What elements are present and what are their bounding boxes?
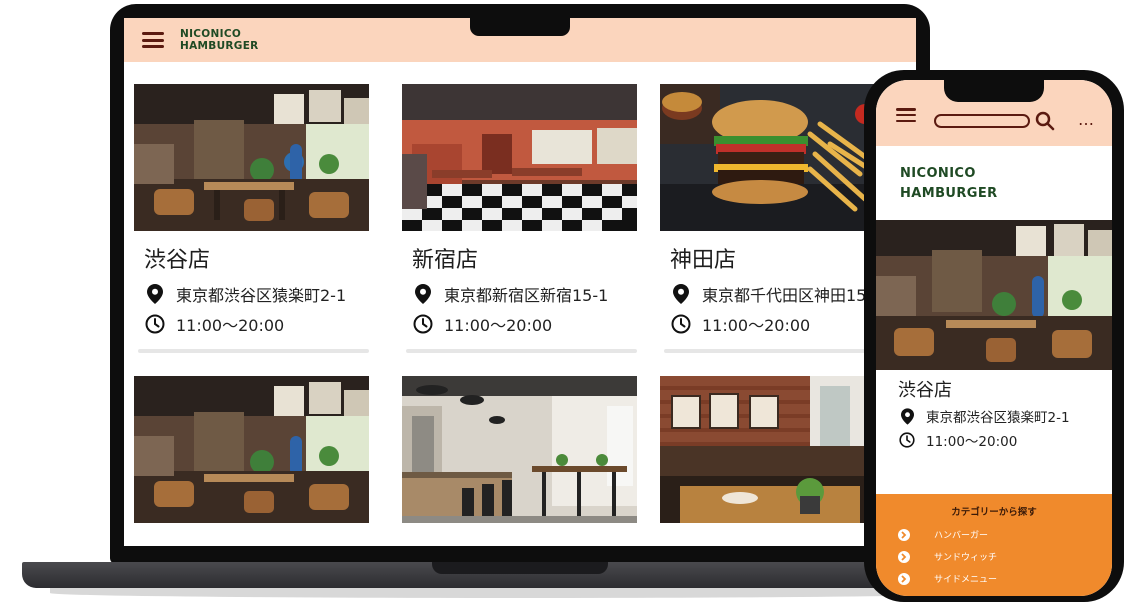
store-card-row2-3[interactable]	[660, 376, 895, 523]
store-address-row: 東京都千代田区神田15	[670, 283, 895, 305]
store-photo-shibuya	[134, 84, 369, 231]
store-photo-interior-2	[402, 376, 637, 523]
mobile-store-hours-row: 11:00〜20:00	[898, 430, 1017, 450]
phone-screen: … NICONICO HAMBURGER 渋谷店 東京都渋谷区猿楽町2-1 11…	[876, 80, 1112, 596]
clock-icon	[670, 313, 692, 335]
laptop-hinge-cut	[432, 562, 608, 574]
phone-notch	[944, 80, 1044, 102]
laptop-camera-notch	[470, 18, 570, 36]
store-card-kanda[interactable]: 神田店 東京都千代田区神田15 11:00〜20:00	[660, 84, 895, 353]
hamburger-menu-icon[interactable]	[896, 108, 916, 122]
site-logo[interactable]: NICONICO HAMBURGER	[180, 28, 259, 52]
store-hours-row: 11:00〜20:00	[412, 313, 637, 335]
category-item-hamburger[interactable]: ハンバーガー	[898, 528, 988, 541]
category-item-label: サイドメニュー	[934, 575, 998, 585]
store-name: 新宿店	[412, 248, 479, 273]
location-pin-icon	[144, 283, 166, 305]
category-title: カテゴリーから探す	[951, 507, 1037, 518]
hamburger-menu-icon[interactable]	[142, 32, 164, 48]
logo-line2: HAMBURGER	[900, 186, 998, 201]
category-item-label: ハンバーガー	[934, 531, 989, 541]
card-divider	[138, 349, 369, 353]
location-pin-icon	[412, 283, 434, 305]
store-hours: 11:00〜20:00	[176, 316, 285, 335]
store-name: 渋谷店	[144, 248, 211, 273]
category-item-sandwich[interactable]: サンドウィッチ	[898, 550, 997, 563]
store-card-shibuya[interactable]: 渋谷店 東京都渋谷区猿楽町2-1 11:00〜20:00	[134, 84, 369, 353]
mobile-store-address-row: 東京都渋谷区猿楽町2-1	[898, 406, 1070, 426]
store-address-row: 東京都渋谷区猿楽町2-1	[144, 283, 369, 305]
mobile-store-hours: 11:00〜20:00	[926, 434, 1018, 450]
category-panel: カテゴリーから探す ハンバーガー サンドウィッチ サイドメニュー	[876, 494, 1112, 596]
store-hours: 11:00〜20:00	[444, 316, 553, 335]
category-item-side-menu[interactable]: サイドメニュー	[898, 572, 997, 585]
logo-line2: HAMBURGER	[180, 40, 259, 52]
card-divider	[406, 349, 637, 353]
mobile-store-name: 渋谷店	[898, 380, 952, 401]
clock-icon	[898, 431, 916, 449]
chevron-right-icon	[898, 528, 910, 541]
store-address: 東京都渋谷区猿楽町2-1	[176, 286, 347, 305]
chevron-right-icon	[898, 550, 910, 563]
clock-icon	[412, 313, 434, 335]
laptop-shadow	[50, 588, 990, 598]
store-hours-row: 11:00〜20:00	[144, 313, 369, 335]
logo-line1: NICONICO	[180, 28, 242, 40]
mobile-site-logo[interactable]: NICONICO HAMBURGER	[900, 164, 998, 204]
store-address-row: 東京都新宿区新宿15-1	[412, 283, 637, 305]
category-item-label: サンドウィッチ	[934, 553, 998, 563]
laptop-screen: NICONICO HAMBURGER 渋谷店 東京都渋谷区猿楽町2-1 11:0…	[124, 18, 916, 546]
store-address: 東京都千代田区神田15	[702, 286, 867, 305]
chevron-right-icon	[898, 572, 910, 585]
location-pin-icon	[670, 283, 692, 305]
store-card-shinjuku[interactable]: 新宿店 東京都新宿区新宿15-1 11:00〜20:00	[402, 84, 637, 353]
logo-line1: NICONICO	[900, 166, 976, 181]
more-menu-icon[interactable]: …	[1078, 110, 1095, 129]
store-photo-interior-3	[660, 376, 895, 523]
store-hours-row: 11:00〜20:00	[670, 313, 895, 335]
store-address: 東京都新宿区新宿15-1	[444, 286, 609, 305]
mobile-store-photo	[876, 220, 1112, 370]
mockup-stage: NICONICO HAMBURGER 渋谷店 東京都渋谷区猿楽町2-1 11:0…	[0, 0, 1130, 604]
mobile-store-address: 東京都渋谷区猿楽町2-1	[926, 410, 1070, 426]
card-divider	[664, 349, 895, 353]
store-photo-kanda	[660, 84, 895, 231]
store-name: 神田店	[670, 248, 737, 273]
store-photo-shinjuku	[402, 84, 637, 231]
clock-icon	[144, 313, 166, 335]
search-icon[interactable]	[1034, 110, 1056, 132]
search-input[interactable]	[934, 114, 1030, 128]
store-photo-interior-1	[134, 376, 369, 523]
store-card-row2-1[interactable]	[134, 376, 369, 523]
store-card-row2-2[interactable]	[402, 376, 637, 523]
store-hours: 11:00〜20:00	[702, 316, 811, 335]
location-pin-icon	[898, 407, 916, 425]
